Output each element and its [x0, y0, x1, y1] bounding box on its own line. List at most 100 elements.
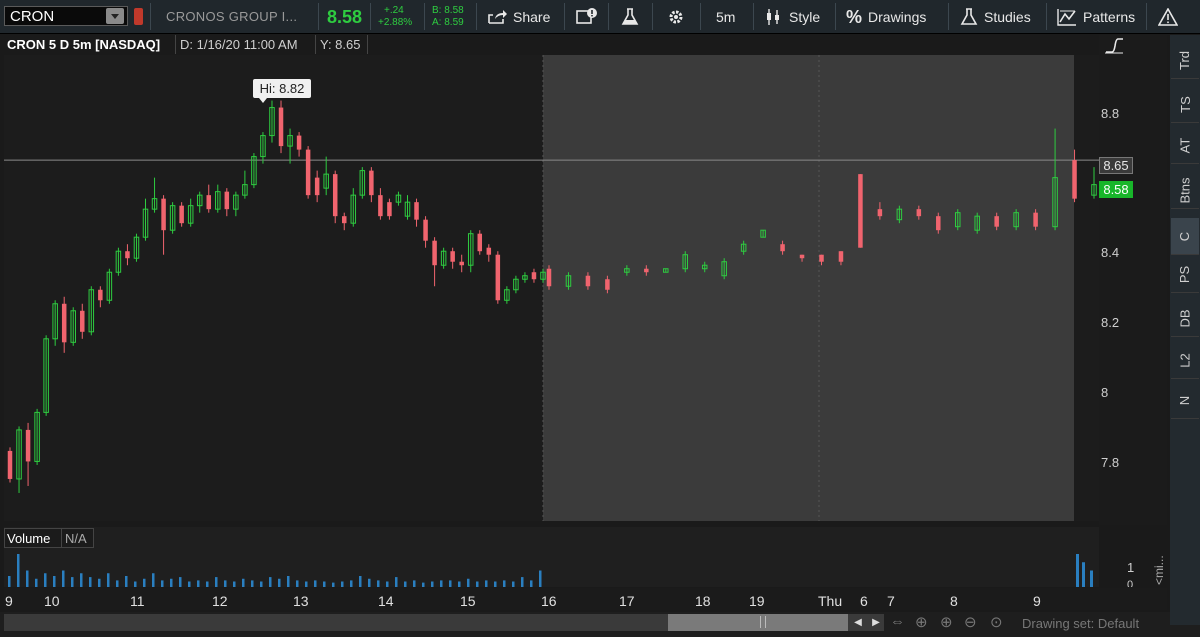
time-label: 6	[860, 593, 868, 609]
candle-body	[80, 310, 85, 332]
alert-button[interactable]	[1158, 7, 1178, 27]
toolbar-divider	[608, 3, 609, 30]
crosshair-icon[interactable]: ⊕	[915, 613, 928, 631]
volume-bar	[260, 581, 263, 587]
tab-btns[interactable]: Btns	[1171, 172, 1199, 209]
volume-panel[interactable]	[4, 527, 1099, 587]
volume-bar	[539, 570, 542, 587]
time-label: 18	[695, 593, 711, 609]
tab-trd[interactable]: Trd	[1171, 42, 1199, 79]
tab-label: N	[1177, 395, 1193, 405]
candle-body	[644, 268, 649, 273]
tab-label: PS	[1177, 265, 1193, 283]
drawings-label: Drawings	[868, 9, 927, 25]
collapse-panel-label: <mi...	[1152, 555, 1166, 585]
price-chart[interactable]	[4, 55, 1099, 521]
price-change: +.24 +2.88%	[378, 5, 412, 29]
header-divider	[315, 35, 316, 54]
time-label: 17	[619, 593, 635, 609]
volume-label-divider	[61, 528, 62, 548]
volume-bar	[116, 580, 119, 587]
symbol-dropdown-button[interactable]	[106, 8, 124, 24]
toolbar-divider	[835, 3, 836, 30]
volume-bar	[242, 578, 245, 587]
studies-button[interactable]: Studies	[960, 7, 1031, 27]
scroll-left-icon[interactable]: ◀	[850, 614, 866, 631]
extended-hours-area	[543, 55, 1074, 521]
candle-body	[1072, 160, 1077, 199]
volume-bar	[170, 578, 173, 587]
tab-n[interactable]: N	[1171, 382, 1199, 419]
share-button[interactable]: Share	[487, 7, 550, 27]
chart-messages-button[interactable]	[576, 7, 598, 27]
volume-bar	[8, 576, 11, 587]
zoom-out-icon[interactable]: ⊖	[964, 613, 977, 631]
reset-zoom-icon[interactable]: ⊙	[990, 613, 1003, 631]
candlestick-chart	[4, 55, 1099, 521]
tab-ts[interactable]: TS	[1171, 86, 1199, 123]
bid-ask: B: 8.58 A: 8.59	[432, 5, 464, 29]
volume-bar	[350, 580, 353, 587]
patterns-label: Patterns	[1083, 9, 1136, 25]
share-icon	[488, 10, 507, 24]
volume-bar	[521, 577, 524, 587]
candle-body	[546, 268, 552, 287]
tab-db[interactable]: DB	[1171, 300, 1199, 337]
candle-body	[936, 216, 941, 231]
warning-icon	[1158, 8, 1178, 26]
volume-bar	[305, 581, 308, 587]
tab-at[interactable]: AT	[1171, 127, 1199, 164]
volume-bar	[278, 578, 281, 587]
volume-bar	[98, 578, 101, 587]
candle-body	[486, 247, 492, 255]
candle-body	[378, 195, 383, 217]
flag-icon[interactable]	[134, 8, 143, 25]
zoom-in-icon[interactable]: ⊕	[940, 613, 953, 631]
candle-body	[206, 195, 211, 210]
regular-session-area	[4, 55, 543, 521]
tab-label: Trd	[1177, 50, 1193, 70]
high-label: Hi: 8.82	[253, 79, 311, 98]
tab-l2[interactable]: L2	[1171, 342, 1199, 379]
volume-bar	[413, 580, 416, 587]
company-name: CRONOS GROUP I...	[166, 9, 298, 24]
volume-bar	[1090, 570, 1093, 587]
drawing-set-label[interactable]: Drawing set: Default	[1022, 616, 1139, 631]
settings-button[interactable]	[667, 7, 685, 27]
volume-axis-label: 1	[1127, 560, 1135, 575]
pan-icon[interactable]: ⇔	[890, 613, 905, 630]
style-button[interactable]: Style	[765, 7, 820, 27]
candle-body	[414, 202, 419, 220]
candle-body	[161, 198, 166, 231]
time-label: 13	[293, 593, 309, 609]
volume-bars	[8, 554, 1093, 587]
beaker-button[interactable]	[621, 7, 639, 27]
patterns-button[interactable]: Patterns	[1057, 7, 1135, 27]
ask-price: A: 8.59	[432, 17, 464, 28]
style-label: Style	[789, 9, 821, 25]
header-divider	[367, 35, 368, 54]
volume-bar	[89, 577, 92, 587]
autoscale-icon[interactable]	[1104, 36, 1124, 59]
scrollbar-thumb[interactable]	[668, 614, 848, 631]
time-label: 7	[887, 593, 895, 609]
drawings-button[interactable]: % Drawings	[846, 7, 926, 27]
volume-bar	[197, 580, 200, 587]
tab-c[interactable]: C	[1171, 218, 1199, 255]
toolbar-divider	[424, 3, 425, 30]
time-label: 16	[541, 593, 557, 609]
collapse-panel-button[interactable]: <mi...	[1150, 555, 1168, 587]
scroll-right-icon[interactable]: ▶	[868, 614, 884, 631]
time-label: 8	[950, 593, 958, 609]
timeframe-button[interactable]: 5m	[716, 7, 735, 27]
candle-body	[495, 254, 501, 301]
time-axis[interactable]	[4, 588, 1167, 610]
candle-body	[369, 170, 374, 196]
candle-body	[332, 174, 338, 217]
last-price-label: 8.58	[1099, 181, 1133, 198]
candle-body	[858, 174, 863, 248]
price-label: 8	[1101, 385, 1109, 400]
tab-ps[interactable]: PS	[1171, 256, 1199, 293]
volume-bar	[422, 582, 425, 587]
price-label: 8.2	[1101, 315, 1120, 330]
